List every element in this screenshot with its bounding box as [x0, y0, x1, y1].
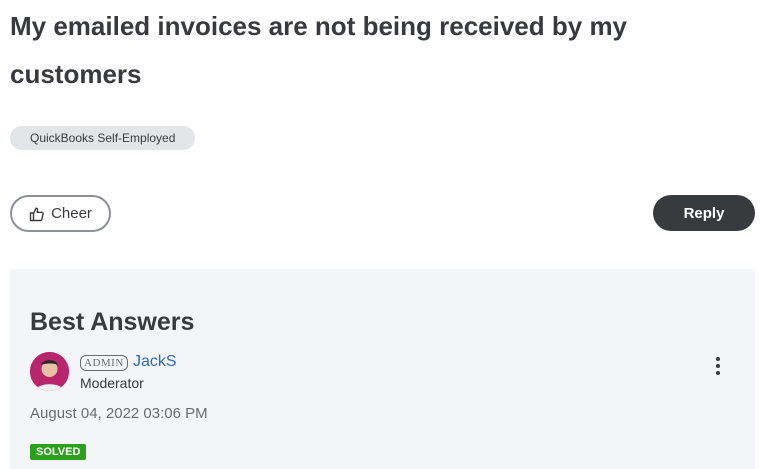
- author-name-link[interactable]: JackS: [133, 352, 177, 372]
- best-answers-panel: Best Answers ADMIN JackS Moderator Augus…: [10, 269, 755, 469]
- admin-badge: ADMIN: [80, 355, 128, 371]
- author-role: Moderator: [80, 375, 144, 391]
- post-title: My emailed invoices are not being receiv…: [10, 11, 628, 89]
- avatar[interactable]: [30, 352, 69, 391]
- post-timestamp: August 04, 2022 03:06 PM: [30, 405, 208, 422]
- cheer-label: Cheer: [51, 205, 92, 222]
- thumbs-up-icon: [29, 206, 45, 222]
- more-vertical-icon[interactable]: [710, 355, 726, 377]
- cheer-button[interactable]: Cheer: [10, 195, 111, 232]
- solved-badge: SOLVED: [30, 444, 87, 460]
- reply-button[interactable]: Reply: [653, 195, 755, 231]
- best-answers-heading: Best Answers: [30, 308, 195, 336]
- product-tag[interactable]: QuickBooks Self-Employed: [10, 126, 196, 150]
